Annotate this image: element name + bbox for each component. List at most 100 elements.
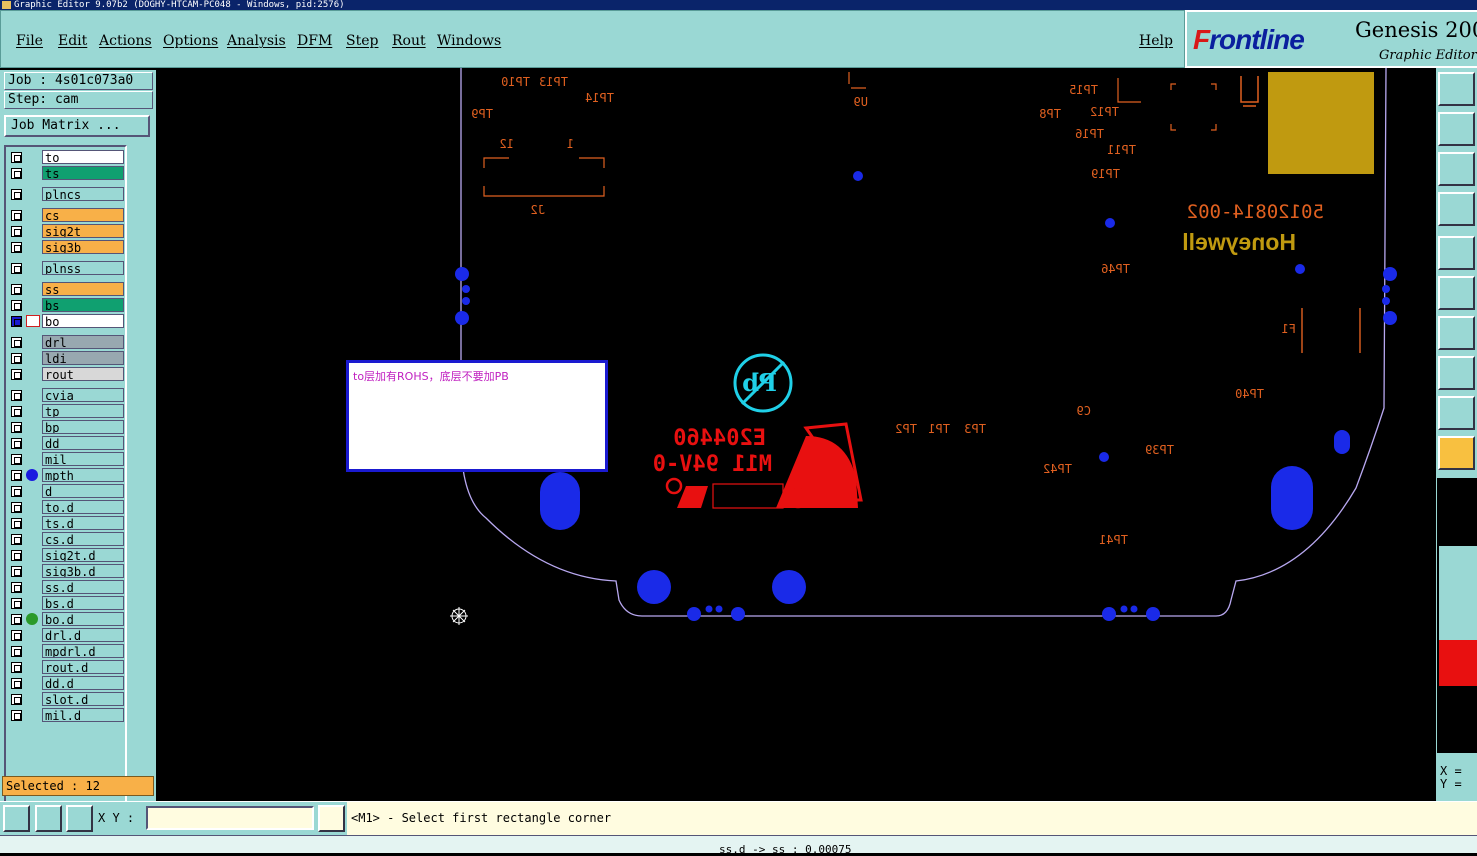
comment-note[interactable]: to层加有ROHS，底层不要加PB (346, 360, 608, 472)
layer-row[interactable]: dd.d (8, 676, 126, 690)
layer-name[interactable]: drl.d (42, 628, 124, 642)
layer-row[interactable]: sig2t.d (8, 548, 126, 562)
layer-checkbox[interactable] (11, 210, 22, 221)
layer-checkbox[interactable] (11, 662, 22, 673)
layer-name[interactable]: drl (42, 335, 124, 349)
layer-name[interactable]: dd.d (42, 676, 124, 690)
layer-name[interactable]: bp (42, 420, 124, 434)
layer-name[interactable]: mil (42, 452, 124, 466)
grid-icon[interactable] (66, 805, 93, 832)
layer-name[interactable]: dd (42, 436, 124, 450)
layer-row[interactable]: rout (8, 367, 126, 381)
layer-checkbox[interactable] (11, 242, 22, 253)
layer-row[interactable]: bo.d (8, 612, 126, 626)
layer-row[interactable]: sig3b (8, 240, 126, 254)
layer-row[interactable]: to.d (8, 500, 126, 514)
layer-name[interactable]: d (42, 484, 124, 498)
mini-map[interactable] (1437, 478, 1477, 753)
layer-row[interactable]: mpth (8, 468, 126, 482)
layer-checkbox[interactable] (11, 263, 22, 274)
menu-step[interactable]: Step (346, 33, 378, 49)
layer-checkbox[interactable] (11, 678, 22, 689)
layer-name[interactable]: rout.d (42, 660, 124, 674)
menu-options[interactable]: Options (163, 33, 218, 49)
layer-name[interactable]: ldi (42, 351, 124, 365)
layer-name[interactable]: ts (42, 166, 124, 180)
layer-name[interactable]: plnss (42, 261, 124, 275)
layer-row[interactable]: drl.d (8, 628, 126, 642)
layer-checkbox[interactable] (11, 353, 22, 364)
layer-row[interactable]: rout.d (8, 660, 126, 674)
layer-row[interactable]: bp (8, 420, 126, 434)
layer-checkbox[interactable] (11, 438, 22, 449)
menu-rout[interactable]: Rout (392, 33, 426, 49)
layer-name[interactable]: sig2t.d (42, 548, 124, 562)
layer-row[interactable]: cs (8, 208, 126, 222)
zoom-fit-icon[interactable] (1438, 152, 1475, 186)
layer-checkbox[interactable] (11, 189, 22, 200)
layer-name[interactable]: tp (42, 404, 124, 418)
zoom-window-icon[interactable] (3, 805, 30, 832)
layer-row[interactable]: ss.d (8, 580, 126, 594)
layer-name[interactable]: mpth (42, 468, 124, 482)
layer-checkbox[interactable] (11, 226, 22, 237)
select-pointer-icon[interactable] (1438, 436, 1475, 470)
layer-name[interactable]: mil.d (42, 708, 124, 722)
layer-checkbox[interactable] (11, 582, 22, 593)
layer-row[interactable]: cvia (8, 388, 126, 402)
layer-name[interactable]: ss.d (42, 580, 124, 594)
layer-checkbox[interactable] (11, 300, 22, 311)
layer-name[interactable]: cs (42, 208, 124, 222)
job-matrix-button[interactable]: Job Matrix ... (4, 115, 150, 137)
net-connect-icon[interactable] (1438, 276, 1475, 310)
layer-row[interactable]: plnss (8, 261, 126, 275)
layer-checkbox[interactable] (11, 316, 22, 327)
layer-row[interactable]: dd (8, 436, 126, 450)
graphic-canvas[interactable]: TP13 TP10 TP14 TP9 12 1 J2 U9 TP15 TP12 … (156, 68, 1436, 801)
layer-checkbox[interactable] (11, 337, 22, 348)
layer-name[interactable]: mpdrl.d (42, 644, 124, 658)
layer-checkbox[interactable] (11, 534, 22, 545)
menu-actions[interactable]: Actions (99, 33, 152, 49)
layer-name[interactable]: to (42, 150, 124, 164)
layer-checkbox[interactable] (11, 710, 22, 721)
layer-checkbox[interactable] (11, 422, 22, 433)
layer-checkbox[interactable] (11, 630, 22, 641)
layer-checkbox[interactable] (11, 694, 22, 705)
layer-row[interactable]: ss (8, 282, 126, 296)
layer-checkbox[interactable] (11, 518, 22, 529)
layer-name[interactable]: slot.d (42, 692, 124, 706)
layer-row[interactable]: ldi (8, 351, 126, 365)
layer-checkbox[interactable] (11, 168, 22, 179)
snap-icon[interactable] (1438, 356, 1475, 390)
layer-row[interactable]: bs.d (8, 596, 126, 610)
layer-row[interactable]: to (8, 150, 126, 164)
layer-checkbox[interactable] (11, 390, 22, 401)
menu-file[interactable]: File (16, 33, 43, 49)
layer-checkbox[interactable] (11, 406, 22, 417)
layer-name[interactable]: ts.d (42, 516, 124, 530)
layer-row[interactable]: mpdrl.d (8, 644, 126, 658)
layer-checkbox[interactable] (11, 598, 22, 609)
layer-row[interactable]: mil.d (8, 708, 126, 722)
layer-row[interactable]: slot.d (8, 692, 126, 706)
layer-row[interactable]: ts (8, 166, 126, 180)
layer-name[interactable]: plncs (42, 187, 124, 201)
layer-name[interactable]: bs (42, 298, 124, 312)
layer-row[interactable]: d (8, 484, 126, 498)
layer-name[interactable]: rout (42, 367, 124, 381)
measure-tool-icon[interactable] (35, 805, 62, 832)
layer-row[interactable]: cs.d (8, 532, 126, 546)
layer-checkbox[interactable] (11, 470, 22, 481)
menu-edit[interactable]: Edit (58, 33, 87, 49)
edit-line-icon[interactable] (1438, 316, 1475, 350)
layer-row[interactable]: bs (8, 298, 126, 312)
layer-name[interactable]: cs.d (42, 532, 124, 546)
home-view-icon[interactable] (1438, 72, 1475, 106)
layer-checkbox[interactable] (11, 614, 22, 625)
menu-windows[interactable]: Windows (437, 33, 501, 49)
xy-input[interactable] (146, 806, 314, 830)
layer-checkbox[interactable] (11, 486, 22, 497)
zoom-back-icon[interactable] (1438, 112, 1475, 146)
layer-checkbox[interactable] (11, 369, 22, 380)
